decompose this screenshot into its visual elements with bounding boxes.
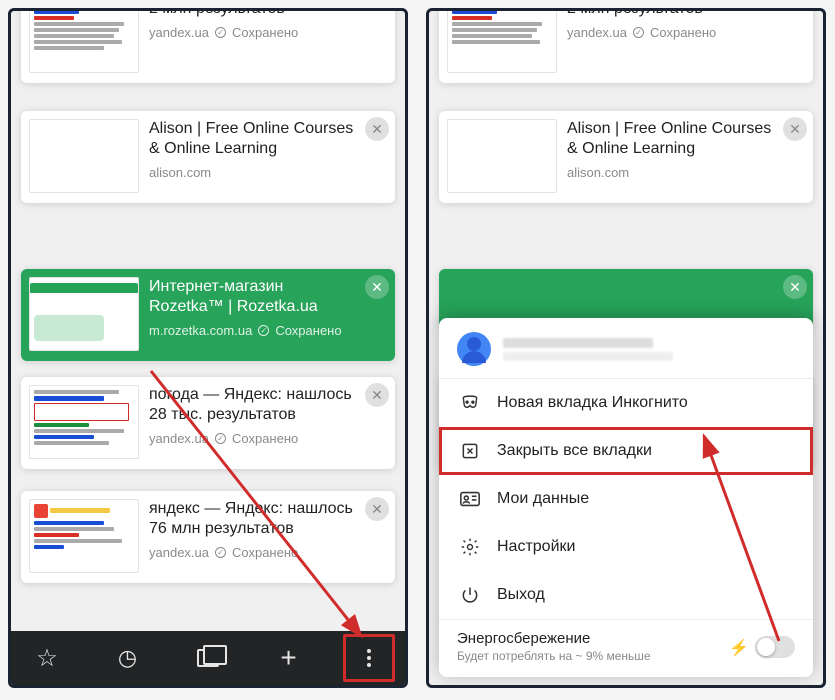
tab-domain: m.rozetka.com.ua — [149, 323, 252, 338]
tab-title: 2 млн результатов — [149, 11, 361, 19]
user-avatar-icon — [457, 332, 491, 366]
tab-status: Сохранено — [232, 545, 298, 560]
tab-status: Сохранено — [275, 323, 341, 338]
close-square-icon — [459, 440, 481, 462]
menu-label: Выход — [497, 586, 545, 604]
energy-subtitle: Будет потреблять на ~ 9% меньше — [457, 649, 651, 663]
tabs-button[interactable] — [182, 631, 234, 685]
tab-card[interactable]: 2 млн результатов yandex.ua Сохранено — [439, 11, 813, 83]
tab-thumbnail — [29, 277, 139, 351]
close-tab-button[interactable]: ✕ — [783, 275, 807, 299]
saved-icon — [633, 27, 644, 38]
tab-domain: yandex.ua — [149, 545, 209, 560]
tab-thumbnail — [447, 11, 557, 73]
menu-item-close-all[interactable]: Закрыть все вкладки — [439, 427, 813, 475]
tab-domain: alison.com — [149, 165, 211, 180]
close-tab-button[interactable]: ✕ — [365, 275, 389, 299]
history-button[interactable] — [102, 631, 154, 685]
close-tab-button[interactable]: ✕ — [783, 117, 807, 141]
tab-title: яндекс — Яндекс: нашлось 76 млн результа… — [149, 499, 361, 539]
close-tab-button[interactable]: ✕ — [365, 383, 389, 407]
saved-icon — [215, 547, 226, 558]
gear-icon — [459, 536, 481, 558]
vertical-dots-icon — [367, 649, 371, 667]
tab-thumbnail — [447, 119, 557, 193]
tab-status: Сохранено — [650, 25, 716, 40]
tab-status: Сохранено — [232, 431, 298, 446]
tab-thumbnail — [29, 119, 139, 193]
bottom-toolbar — [11, 631, 405, 685]
tab-thumbnail — [29, 11, 139, 73]
menu-label: Мои данные — [497, 490, 589, 508]
tab-card-active[interactable]: Интернет-магазин Rozetka™ | Rozetka.ua m… — [21, 269, 395, 361]
bolt-icon: ⚡ — [729, 638, 749, 658]
close-tab-button[interactable]: ✕ — [365, 497, 389, 521]
menu-item-exit[interactable]: Выход — [439, 571, 813, 619]
saved-icon — [215, 27, 226, 38]
tab-thumbnail — [29, 499, 139, 573]
phone-screen-right: 2 млн результатов yandex.ua Сохранено Al… — [426, 8, 826, 688]
more-menu-button[interactable] — [343, 634, 395, 682]
menu-user-row[interactable] — [439, 318, 813, 378]
tab-title: 2 млн результатов — [567, 11, 779, 19]
tabs-overview: 2 млн результатов yandex.ua Сохранено Al… — [11, 11, 405, 685]
tab-title: Alison | Free Online Courses & Online Le… — [149, 119, 361, 159]
menu-label: Закрыть все вкладки — [497, 442, 652, 460]
menu-label: Настройки — [497, 538, 575, 556]
tab-title: Alison | Free Online Courses & Online Le… — [567, 119, 779, 159]
tab-domain: alison.com — [567, 165, 629, 180]
energy-toggle[interactable] — [755, 636, 795, 658]
tab-card[interactable]: Alison | Free Online Courses & Online Le… — [439, 111, 813, 203]
power-icon — [459, 584, 481, 606]
menu-item-settings[interactable]: Настройки — [439, 523, 813, 571]
tab-card[interactable]: Alison | Free Online Courses & Online Le… — [21, 111, 395, 203]
menu-item-incognito[interactable]: Новая вкладка Инкогнито — [439, 379, 813, 427]
close-tab-button[interactable]: ✕ — [365, 117, 389, 141]
phone-screen-left: 2 млн результатов yandex.ua Сохранено Al… — [8, 8, 408, 688]
tab-title: погода — Яндекс: нашлось 28 тыс. результ… — [149, 385, 361, 425]
tab-card[interactable]: яндекс — Яндекс: нашлось 76 млн результа… — [21, 491, 395, 583]
tab-domain: yandex.ua — [149, 25, 209, 40]
user-name-blurred — [503, 338, 673, 361]
tab-domain: yandex.ua — [567, 25, 627, 40]
menu-label: Новая вкладка Инкогнито — [497, 394, 688, 412]
tab-title: Интернет-магазин Rozetka™ | Rozetka.ua — [149, 277, 361, 317]
bookmarks-button[interactable] — [21, 631, 73, 685]
saved-icon — [258, 325, 269, 336]
tab-card[interactable]: погода — Яндекс: нашлось 28 тыс. результ… — [21, 377, 395, 469]
browser-menu: Новая вкладка Инкогнито Закрыть все вкла… — [439, 318, 813, 677]
tab-status: Сохранено — [232, 25, 298, 40]
id-card-icon — [459, 488, 481, 510]
tab-domain: yandex.ua — [149, 431, 209, 446]
mask-icon — [459, 392, 481, 414]
menu-energy-row[interactable]: Энергосбережение Будет потреблять на ~ 9… — [439, 620, 813, 677]
tab-card[interactable]: 2 млн результатов yandex.ua Сохранено — [21, 11, 395, 83]
tab-thumbnail — [29, 385, 139, 459]
new-tab-button[interactable] — [263, 631, 315, 685]
energy-title: Энергосбережение — [457, 630, 651, 647]
menu-item-my-data[interactable]: Мои данные — [439, 475, 813, 523]
saved-icon — [215, 433, 226, 444]
